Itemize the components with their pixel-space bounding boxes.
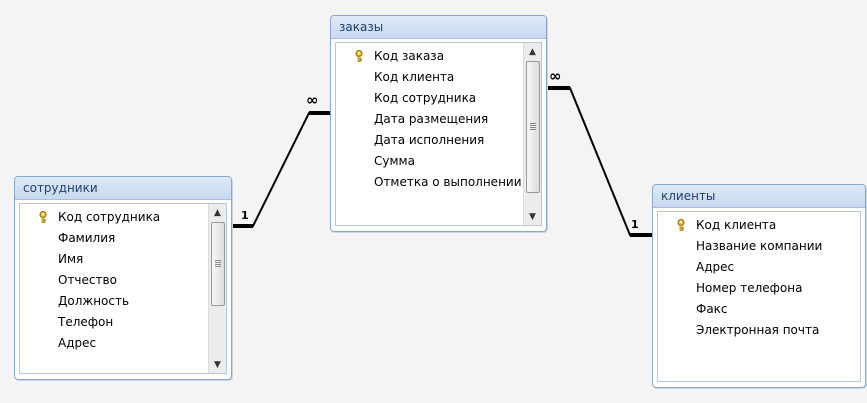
key-icon xyxy=(677,219,685,231)
field-row[interactable]: Адрес xyxy=(658,257,860,278)
field-label: Отчество xyxy=(58,273,117,287)
relationship-line-orders-clients[interactable] xyxy=(545,87,652,236)
arrow-up-icon[interactable]: ▲ xyxy=(524,43,541,60)
table-title[interactable]: сотрудники xyxy=(15,177,231,200)
field-row[interactable]: Факс xyxy=(658,299,860,320)
field-row[interactable]: Код сотрудника xyxy=(336,88,523,109)
field-label: Код заказа xyxy=(374,49,445,63)
field-label: Номер телефона xyxy=(696,281,803,295)
arrow-up-icon[interactable]: ▲ xyxy=(209,204,226,221)
field-label: Сумма xyxy=(374,154,415,168)
field-label: Должность xyxy=(58,294,130,308)
field-label: Факс xyxy=(696,302,728,316)
relationship-one-label: 1 xyxy=(631,218,639,231)
field-label: Телефон xyxy=(58,315,114,329)
table-title[interactable]: заказы xyxy=(331,16,546,39)
field-list: Код сотрудника Фамилия Имя Отчество Должност… xyxy=(20,204,208,373)
field-label: Имя xyxy=(58,252,84,266)
field-row[interactable]: Телефон xyxy=(20,312,208,333)
field-row[interactable]: Код клиента xyxy=(336,67,523,88)
field-label: Дата исполнения xyxy=(374,133,485,147)
arrow-down-icon[interactable]: ▼ xyxy=(524,208,541,225)
field-row[interactable]: Отметка о выполнении xyxy=(336,172,523,193)
field-label: Электронная почта xyxy=(696,323,820,337)
field-row[interactable]: Дата размещения xyxy=(336,109,523,130)
relationships-canvas: 1 ∞ ∞ 1 сотрудники Код сотрудника Фамилия… xyxy=(0,0,867,403)
field-label: Название компании xyxy=(696,239,823,253)
field-row[interactable]: Электронная почта xyxy=(658,320,860,341)
field-row[interactable]: Номер телефона xyxy=(658,278,860,299)
field-row[interactable]: Должность xyxy=(20,291,208,312)
field-row[interactable]: Дата исполнения xyxy=(336,130,523,151)
table-clients[interactable]: клиенты Код клиента Название компании Адре… xyxy=(652,184,866,388)
field-list-box: Код заказа Код клиента Код сотрудника Дата … xyxy=(335,42,542,226)
field-row[interactable]: Код заказа xyxy=(336,46,523,67)
field-row[interactable]: Название компании xyxy=(658,236,860,257)
relationship-many-label: ∞ xyxy=(306,91,319,109)
field-row[interactable]: Имя xyxy=(20,249,208,270)
field-list: Код заказа Код клиента Код сотрудника Дата … xyxy=(336,43,523,225)
table-orders[interactable]: заказы Код заказа Код клиента Код сотрудни… xyxy=(330,15,547,232)
vertical-scrollbar[interactable]: ▲ ▼ xyxy=(208,204,226,373)
field-label: Код клиента xyxy=(696,218,777,232)
key-icon xyxy=(355,50,363,62)
scroll-thumb[interactable] xyxy=(526,61,540,193)
field-row[interactable]: Отчество xyxy=(20,270,208,291)
field-label: Адрес xyxy=(58,336,97,350)
field-label: Код клиента xyxy=(374,70,455,84)
vertical-scrollbar[interactable]: ▲ ▼ xyxy=(523,43,541,225)
field-row[interactable]: Код клиента xyxy=(658,215,860,236)
key-icon xyxy=(39,211,47,223)
field-list-box: Код клиента Название компании Адрес Номер т… xyxy=(657,211,861,382)
relationship-many-label: ∞ xyxy=(549,67,562,85)
field-label: Дата размещения xyxy=(374,112,489,126)
field-label: Код сотрудника xyxy=(374,91,477,105)
arrow-down-icon[interactable]: ▼ xyxy=(209,356,226,373)
field-label: Код сотрудника xyxy=(58,210,161,224)
field-row[interactable]: Код сотрудника xyxy=(20,207,208,228)
field-label: Адрес xyxy=(696,260,735,274)
field-row[interactable]: Фамилия xyxy=(20,228,208,249)
table-title[interactable]: клиенты xyxy=(653,185,865,208)
scroll-thumb[interactable] xyxy=(211,222,225,306)
relationship-one-label: 1 xyxy=(241,209,249,222)
field-list-box: Код сотрудника Фамилия Имя Отчество Должност… xyxy=(19,203,227,374)
field-list: Код клиента Название компании Адрес Номер т… xyxy=(658,212,860,381)
field-row[interactable]: Адрес xyxy=(20,333,208,354)
field-label: Фамилия xyxy=(58,231,116,245)
table-employees[interactable]: сотрудники Код сотрудника Фамилия Имя Отчес… xyxy=(14,176,232,380)
field-label: Отметка о выполнении xyxy=(374,175,522,189)
field-row[interactable]: Сумма xyxy=(336,151,523,172)
